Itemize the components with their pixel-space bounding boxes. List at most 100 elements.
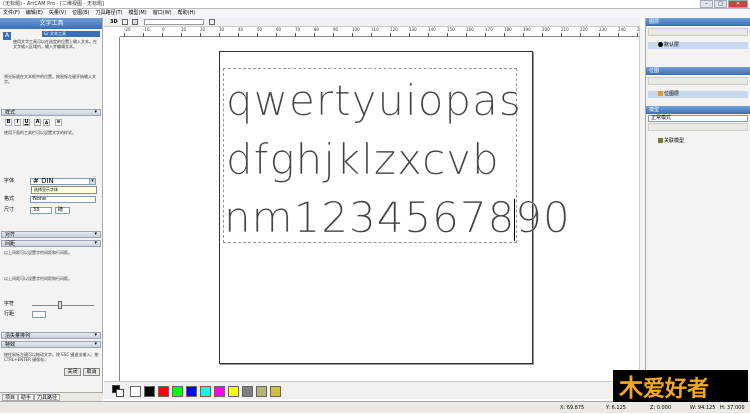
spacing-section-header[interactable]: 间距 (1, 240, 101, 247)
help-heading: Gr 文本工具 (42, 31, 100, 37)
italic-button[interactable]: I (14, 119, 21, 126)
vector-layer-row[interactable]: 默认层 (648, 42, 748, 49)
maximize-button[interactable]: □ (714, 0, 727, 8)
color-swatch[interactable] (200, 386, 211, 397)
font-label: 字体 (4, 178, 15, 184)
menu-toolpath[interactable]: 刀具路径(T) (96, 9, 123, 18)
ruler-tick-label: 200 (542, 27, 550, 32)
ruler-tick-label: 0 (162, 27, 165, 32)
ruler-tick-label: 120 (390, 27, 398, 32)
horizontal-ruler: -20 -10 0 10 20 30 40 50 60 70 80 90 100 110 120 130 140… (120, 27, 645, 37)
ruler-tick-label: 190 (523, 27, 531, 32)
status-bar: X: 69.875 Y: 6.125 Z: 0.000 W: 94.125 H:… (0, 401, 750, 413)
color-swatch[interactable] (270, 386, 281, 397)
vector-layer-name: 默认层 (664, 42, 680, 48)
color-swatch[interactable] (158, 386, 169, 397)
3d-view-icon[interactable]: 3D (110, 19, 118, 25)
model-mode-select[interactable]: 正常模式 (648, 115, 748, 122)
style-section-header[interactable]: 样式 (1, 109, 101, 116)
ruler-tick-label: 80 (314, 27, 320, 32)
logo-wood-glyph: 木 (618, 374, 644, 402)
ruler-tick-label: 40 (238, 27, 244, 32)
ruler-tick-label: 170 (485, 27, 493, 32)
ruler-tick-label: -20 (124, 27, 131, 32)
status-y: Y: 6.125 (606, 405, 626, 411)
size-unit-select[interactable]: 磅 (55, 207, 70, 214)
intro-text: 使用文字工具可以在选定的位置上输入文本。在文字输入区域内，输入并编辑文本。 (13, 39, 97, 49)
ruler-tick-label: 230 (599, 27, 607, 32)
font-size-up-button[interactable]: A (34, 119, 41, 126)
close-button[interactable]: ✕ (728, 0, 748, 8)
vector-layers-header: 图层 (646, 18, 750, 26)
text-cursor (514, 199, 515, 241)
bold-button[interactable]: B (5, 119, 12, 126)
line-spacing-input[interactable] (32, 311, 46, 318)
format-select[interactable]: None (30, 196, 96, 203)
size-label: 尺寸 (4, 207, 15, 213)
bottom-tabs: 项目 助手 刀具路径 (0, 392, 103, 401)
color-swatch[interactable] (130, 386, 141, 397)
color-swatch[interactable] (228, 386, 239, 397)
color-swatch[interactable] (144, 386, 155, 397)
color-swatch[interactable] (172, 386, 183, 397)
layer-visible-icon[interactable] (658, 42, 663, 47)
text-line-3[interactable]: nm1234567890 (224, 196, 571, 239)
color-swatch[interactable] (242, 386, 253, 397)
minimize-button[interactable]: – (700, 0, 713, 8)
align-section-header[interactable]: 对齐 (1, 231, 101, 238)
menu-edit[interactable]: 编辑(E) (26, 9, 43, 18)
bitmap-layers-header: 位图 (646, 67, 750, 75)
grid-icon[interactable] (132, 19, 138, 25)
zoom-icon[interactable] (209, 19, 215, 25)
line-spacing-label: 行距 (4, 311, 15, 317)
arrange-section-header[interactable]: 沿矢量排列 (1, 332, 101, 339)
underline-button[interactable]: U (23, 119, 30, 126)
model-layers-header: 模型 (646, 106, 750, 114)
text-line-1[interactable]: qwertyuiopas (226, 79, 522, 122)
font-select[interactable]: # DIN (30, 178, 90, 185)
status-h: H: 37.000 (720, 405, 745, 411)
spacing-note-2: 以上间距可以设置字符间距和行间距。 (4, 276, 72, 281)
fill-color-indicator[interactable] (112, 385, 124, 397)
bitmap-layers-toolbar (648, 77, 748, 85)
color-swatch[interactable] (256, 386, 267, 397)
menu-model[interactable]: 模型(M) (128, 9, 146, 18)
2d-view-icon[interactable] (122, 19, 128, 25)
menu-help[interactable]: 帮助(H) (178, 9, 196, 18)
model-layer-row[interactable]: 关联模型 (648, 138, 748, 145)
panel-title: 文字工具 (0, 18, 102, 29)
layer-combo[interactable] (144, 19, 204, 25)
effects-section-header[interactable]: 特效 (1, 341, 101, 348)
char-spacing-slider[interactable] (58, 301, 62, 309)
color-swatch[interactable] (214, 386, 225, 397)
tab-project[interactable]: 项目 (2, 394, 19, 401)
ruler-tick-label: 30 (219, 27, 225, 32)
chevron-down-icon[interactable]: ▾ (89, 178, 96, 185)
color-swatch[interactable] (186, 386, 197, 397)
text-tool-panel: 文字工具 A Gr 文本工具 使用文字工具可以在选定的位置上输入文本。在文字输入… (0, 18, 103, 392)
tab-assistant[interactable]: 助手 (18, 394, 35, 401)
text-line-2[interactable]: dfghjklzxcvb (226, 138, 500, 181)
watermark-logo: 木 爱好者 (613, 370, 748, 402)
tab-toolpath[interactable]: 刀具路径 (34, 394, 61, 401)
align-button[interactable]: ≡ (55, 119, 62, 126)
intro-text-2: 将光标放在文本框中的位置，按鼠标左键开始输入文字。 (4, 74, 96, 84)
char-spacing-track (32, 305, 94, 306)
menu-file[interactable]: 文件(F) (3, 9, 20, 18)
menu-window[interactable]: 窗口(W) (153, 9, 172, 18)
ruler-tick-label: -10 (143, 27, 150, 32)
ruler-tick-label: 90 (333, 27, 339, 32)
menu-bitmap[interactable]: 位图(B) (72, 9, 89, 18)
tip-text: 按住鼠标左键可以拖动文字。按 ESC 键退出输入。按 CTRL+ENTER 键保… (4, 352, 99, 362)
model-icon (658, 138, 663, 143)
bitmap-icon (658, 91, 663, 96)
font-size-down-button[interactable]: A (43, 119, 50, 126)
cancel-button[interactable]: 取消 (83, 368, 100, 376)
bitmap-layer-row[interactable]: 位图层 (648, 91, 748, 98)
vector-layers-toolbar (648, 28, 748, 36)
window-title: (无标题) - ArtCAM Pro - [二维视图 - 无标题] (0, 0, 750, 9)
size-input[interactable]: 33 (30, 207, 52, 214)
menu-vector[interactable]: 矢量(V) (49, 9, 66, 18)
color-palette-bar (104, 381, 640, 399)
close-tool-button[interactable]: 关闭 (64, 368, 81, 376)
